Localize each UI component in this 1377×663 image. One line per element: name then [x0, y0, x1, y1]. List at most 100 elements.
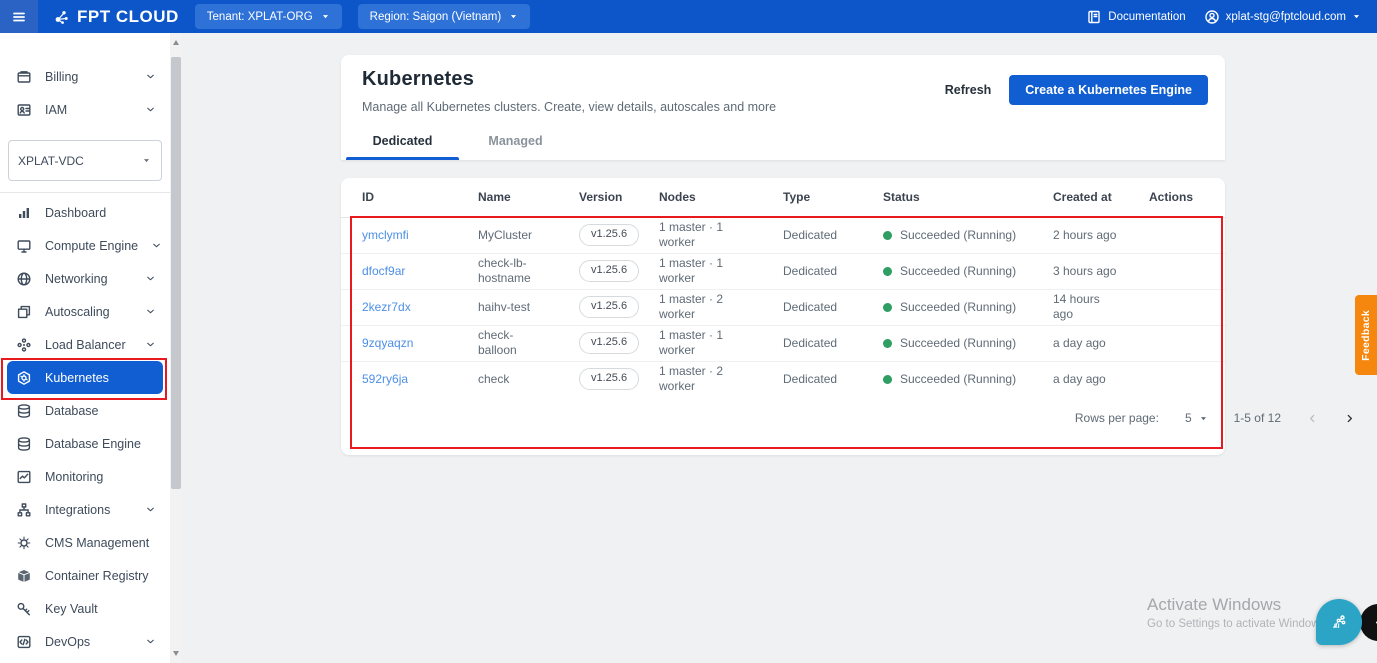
previous-page-button[interactable] — [1307, 413, 1318, 424]
region-selector-label: Region: Saigon (Vietnam) — [370, 11, 501, 23]
sidebar-item-integrations[interactable]: Integrations — [0, 493, 170, 526]
caret-down-icon — [142, 156, 151, 165]
sidebar-item-label: Billing — [45, 70, 132, 84]
sidebar-item-monitoring[interactable]: Monitoring — [0, 460, 170, 493]
integrations-icon — [16, 502, 32, 518]
sidebar-item-cms-management[interactable]: CMS Management — [0, 526, 170, 559]
chevron-down-icon — [151, 240, 162, 251]
vdc-selector[interactable]: XPLAT-VDC — [8, 140, 162, 181]
sidebar-item-label: Compute Engine — [45, 239, 138, 253]
cell-actions — [1128, 325, 1225, 361]
row-actions-kebab-button[interactable] — [1149, 269, 1161, 277]
next-page-button[interactable] — [1344, 413, 1355, 424]
page-header-text: Kubernetes Manage all Kubernetes cluster… — [362, 68, 776, 114]
tab-managed[interactable]: Managed — [459, 124, 572, 160]
scrollbar-thumb[interactable] — [171, 57, 181, 489]
ai-assistant-bubble[interactable]: AI — [1316, 599, 1362, 645]
cell-status: Succeeded (Running) — [862, 289, 1032, 325]
sidebar-item-devops[interactable]: DevOps — [0, 625, 170, 658]
feedback-tab[interactable]: Feedback — [1355, 295, 1377, 375]
pagination-range: 1-5 of 12 — [1234, 411, 1281, 425]
kubernetes-icon — [16, 370, 32, 386]
scrollbar-down-arrow-icon[interactable] — [173, 651, 179, 656]
sidebar-item-networking[interactable]: Networking — [0, 262, 170, 295]
row-actions-kebab-button[interactable] — [1149, 233, 1161, 241]
region-selector[interactable]: Region: Saigon (Vietnam) — [358, 4, 530, 29]
sidebar-item-key-vault[interactable]: Key Vault — [0, 592, 170, 625]
cell-name: check-balloon — [457, 325, 558, 361]
account-menu[interactable]: xplat-stg@fptcloud.com — [1204, 9, 1361, 25]
tab-dedicated[interactable]: Dedicated — [346, 124, 459, 160]
iam-icon — [16, 102, 32, 118]
top-bar: FPT CLOUD Tenant: XPLAT-ORG Region: Saig… — [0, 0, 1377, 33]
cell-type: Dedicated — [762, 361, 862, 397]
chevron-down-icon — [145, 104, 156, 115]
cell-version: v1.25.6 — [558, 289, 638, 325]
vdc-selector-value: XPLAT-VDC — [18, 154, 142, 168]
sidebar-item-database-engine[interactable]: Database Engine — [0, 427, 170, 460]
chevron-down-icon — [145, 339, 156, 350]
sidebar-item-label: Autoscaling — [45, 305, 132, 319]
page-header-card: Kubernetes Manage all Kubernetes cluster… — [341, 55, 1225, 160]
row-actions-kebab-button[interactable] — [1149, 341, 1161, 349]
rows-per-page-select[interactable]: 5 — [1185, 411, 1208, 425]
cluster-id-link[interactable]: ymclymfi — [362, 228, 409, 242]
sidebar-item-iam[interactable]: IAM — [0, 93, 170, 126]
cluster-id-link[interactable]: 9zqyaqzn — [362, 336, 413, 350]
sidebar-item-autoscaling[interactable]: Autoscaling — [0, 295, 170, 328]
sidebar-item-compute-engine[interactable]: Compute Engine — [0, 229, 170, 262]
sidebar-item-billing[interactable]: Billing — [0, 60, 170, 93]
sidebar-item-dashboard[interactable]: Dashboard — [0, 196, 170, 229]
sidebar-scrollbar[interactable] — [170, 33, 182, 663]
row-actions-kebab-button[interactable] — [1149, 305, 1161, 313]
sidebar-item-label: IAM — [45, 103, 132, 117]
sidebar-item-database[interactable]: Database — [0, 394, 170, 427]
sidebar-item-label: Kubernetes — [45, 371, 156, 385]
chevron-left-icon — [1373, 617, 1377, 628]
table-row: dfocf9archeck-lb-hostnamev1.25.61 master… — [341, 253, 1225, 289]
documentation-link[interactable]: Documentation — [1086, 9, 1185, 25]
chevron-left-icon — [1307, 413, 1318, 424]
refresh-button[interactable]: Refresh — [945, 83, 992, 97]
row-actions-kebab-button[interactable] — [1149, 377, 1161, 385]
sidebar-item-label: Key Vault — [45, 602, 156, 616]
table-row: ymclymfiMyClusterv1.25.61 master · 1 wor… — [341, 217, 1225, 253]
status-text: Succeeded (Running) — [900, 300, 1016, 315]
scrollbar-up-arrow-icon[interactable] — [173, 40, 179, 45]
networking-icon — [16, 271, 32, 287]
cell-status: Succeeded (Running) — [862, 325, 1032, 361]
status-dot-icon — [883, 339, 892, 348]
sidebar-item-label: DevOps — [45, 635, 132, 649]
rows-per-page-value: 5 — [1185, 411, 1192, 425]
table-pagination: Rows per page: 5 1-5 of 12 — [1075, 398, 1355, 438]
status-dot-icon — [883, 375, 892, 384]
documentation-label: Documentation — [1108, 11, 1185, 23]
cell-id: dfocf9ar — [341, 253, 457, 289]
chevron-down-icon — [145, 306, 156, 317]
hamburger-menu-button[interactable] — [0, 0, 38, 33]
collapse-widget-button[interactable] — [1360, 604, 1377, 641]
cluster-id-link[interactable]: dfocf9ar — [362, 264, 405, 278]
billing-icon — [16, 69, 32, 85]
page-title: Kubernetes — [362, 68, 776, 91]
sidebar-item-load-balancer[interactable]: Load Balancer — [0, 328, 170, 361]
cluster-name: MyCluster — [478, 228, 552, 243]
sidebar-divider — [0, 192, 170, 193]
tenant-selector[interactable]: Tenant: XPLAT-ORG — [195, 4, 342, 29]
cluster-name: haihv-test — [478, 300, 552, 315]
create-kubernetes-engine-button[interactable]: Create a Kubernetes Engine — [1009, 75, 1208, 105]
brand-logo[interactable]: FPT CLOUD — [54, 7, 179, 27]
cell-actions — [1128, 361, 1225, 397]
cluster-name: check — [478, 372, 552, 387]
sidebar-nav: Billing IAM XPLAT-VDC Dashboard Compute En… — [0, 33, 170, 663]
tenant-selector-label: Tenant: XPLAT-ORG — [207, 11, 313, 23]
sidebar-item-kubernetes[interactable]: Kubernetes — [7, 361, 163, 394]
cell-nodes: 1 master · 2 worker — [638, 289, 762, 325]
header-actions: Refresh Create a Kubernetes Engine — [945, 75, 1208, 105]
sidebar-item-label: Monitoring — [45, 470, 156, 484]
sidebar-item-container-registry[interactable]: Container Registry — [0, 559, 170, 592]
sidebar-item-label: Database — [45, 404, 156, 418]
cluster-id-link[interactable]: 2kezr7dx — [362, 300, 411, 314]
cluster-id-link[interactable]: 592ry6ja — [362, 372, 408, 386]
cell-created-at: a day ago — [1032, 325, 1128, 361]
